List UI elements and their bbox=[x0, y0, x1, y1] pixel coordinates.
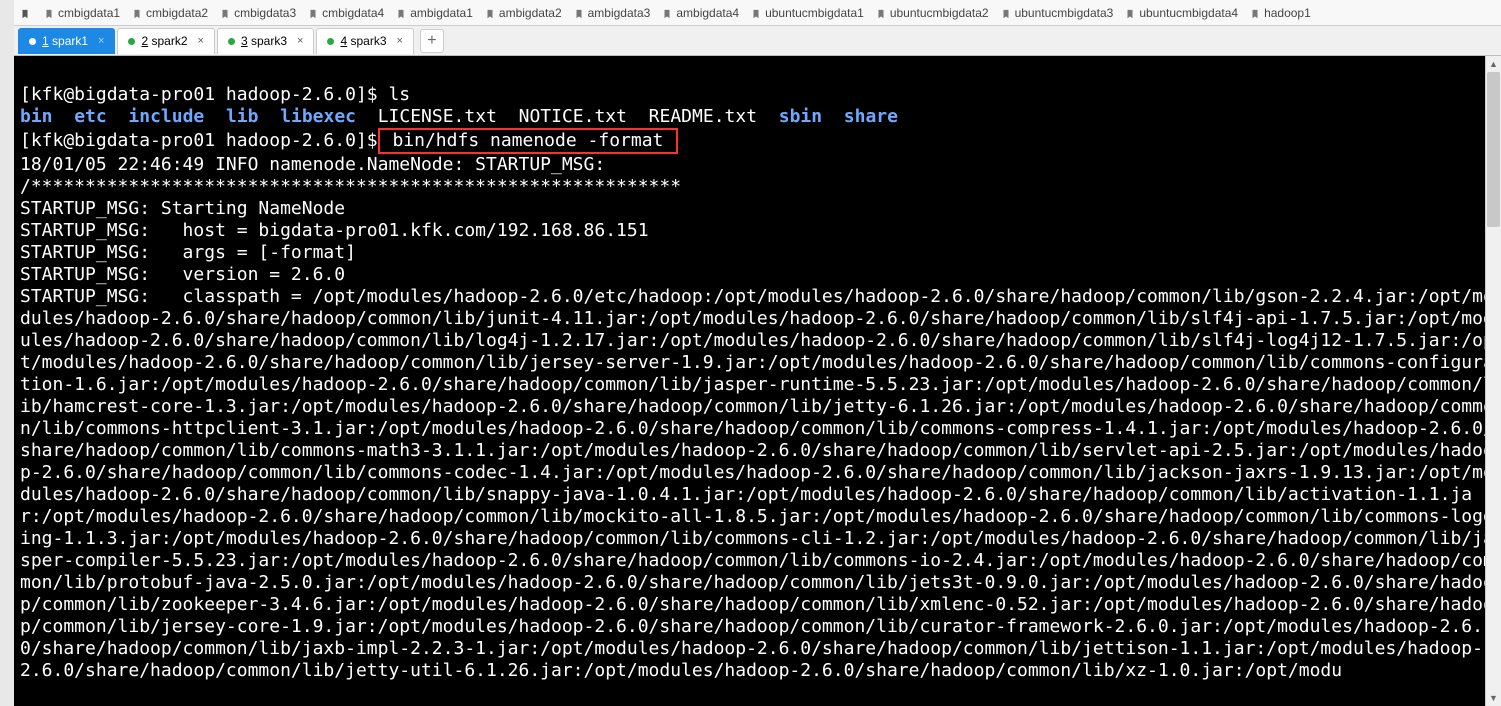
log-line: /***************************************… bbox=[20, 176, 681, 197]
bookmark-label: cmbigdata2 bbox=[146, 6, 208, 20]
status-dot-icon bbox=[327, 38, 334, 45]
ls-entry: sbin bbox=[779, 106, 822, 127]
terminal-pane[interactable]: [kfk@bigdata-pro01 hadoop-2.6.0]$ ls bin… bbox=[14, 56, 1501, 706]
session-tab-label: 4 spark3 bbox=[340, 34, 386, 48]
ls-entry: README.txt bbox=[649, 106, 757, 127]
bookmark-icon bbox=[44, 8, 54, 18]
session-tab[interactable]: 4 spark3 × bbox=[316, 28, 413, 54]
bookmark-tab[interactable]: hadoop1 bbox=[1244, 4, 1317, 22]
bookmark-tab[interactable]: cmbigdata4 bbox=[302, 4, 390, 22]
session-tab[interactable]: 2 spark2 × bbox=[117, 28, 214, 54]
bookmark-icon bbox=[662, 8, 672, 18]
left-gutter bbox=[0, 0, 14, 706]
bookmark-icon bbox=[1001, 8, 1011, 18]
session-tab-label: 3 spark3 bbox=[241, 34, 287, 48]
session-tab-bar: 1 spark1 × 2 spark2 × 3 spark3 × 4 spark3 × + bbox=[14, 26, 1501, 56]
classpath-log: STARTUP_MSG: classpath = /opt/modules/ha… bbox=[20, 286, 1494, 681]
command-text: ls bbox=[388, 84, 410, 105]
bookmark-label: ubuntucmbigdata1 bbox=[765, 6, 864, 20]
scrollbar-thumb[interactable] bbox=[1487, 72, 1500, 227]
bookmark-label: ubuntucmbigdata4 bbox=[1139, 6, 1238, 20]
scroll-down-arrow[interactable]: ▼ bbox=[1486, 690, 1501, 706]
bookmark-tab[interactable]: ubuntucmbigdata1 bbox=[745, 4, 870, 22]
bookmark-icon bbox=[1125, 8, 1135, 18]
log-line: 18/01/05 22:46:49 INFO namenode.NameNode… bbox=[20, 154, 605, 175]
bookmark-label: ubuntucmbigdata3 bbox=[1015, 6, 1114, 20]
ls-entry: share bbox=[844, 106, 898, 127]
bookmark-label: cmbigdata1 bbox=[58, 6, 120, 20]
bookmark-tab[interactable]: ubuntucmbigdata3 bbox=[995, 4, 1120, 22]
vertical-scrollbar[interactable]: ▲ ▼ bbox=[1485, 56, 1501, 706]
highlighted-command: bin/hdfs namenode -format bbox=[378, 128, 679, 154]
log-line: STARTUP_MSG: args = [-format] bbox=[20, 242, 356, 263]
spacer bbox=[497, 106, 519, 127]
ls-entry: bin bbox=[20, 106, 53, 127]
bookmark-add-icon[interactable] bbox=[20, 8, 30, 18]
bookmark-icon bbox=[876, 8, 886, 18]
spacer bbox=[627, 106, 649, 127]
bookmark-icon bbox=[396, 8, 406, 18]
bookmark-tab[interactable]: ambigdata1 bbox=[390, 4, 479, 22]
bookmark-tab[interactable]: ambigdata3 bbox=[568, 4, 657, 22]
spacer bbox=[757, 106, 779, 127]
close-tab-icon[interactable]: × bbox=[397, 35, 403, 47]
close-tab-icon[interactable]: × bbox=[98, 35, 104, 47]
bookmark-tab[interactable]: cmbigdata1 bbox=[38, 4, 126, 22]
close-tab-icon[interactable]: × bbox=[198, 35, 204, 47]
status-dot-icon bbox=[29, 38, 36, 45]
bookmark-label: ubuntucmbigdata2 bbox=[890, 6, 989, 20]
scroll-up-arrow[interactable]: ▲ bbox=[1486, 56, 1501, 72]
close-tab-icon[interactable]: × bbox=[297, 35, 303, 47]
shell-prompt: [kfk@bigdata-pro01 hadoop-2.6.0]$ bbox=[20, 84, 388, 105]
bookmark-tab[interactable]: ubuntucmbigdata4 bbox=[1119, 4, 1244, 22]
bookmark-tab[interactable]: ubuntucmbigdata2 bbox=[870, 4, 995, 22]
bookmark-icon bbox=[1250, 8, 1260, 18]
status-dot-icon bbox=[228, 38, 235, 45]
bookmark-label: ambigdata4 bbox=[676, 6, 739, 20]
bookmark-label: cmbigdata4 bbox=[322, 6, 384, 20]
bookmark-tab[interactable]: ambigdata2 bbox=[479, 4, 568, 22]
spacer bbox=[204, 106, 226, 127]
shell-prompt: [kfk@bigdata-pro01 hadoop-2.6.0]$ bbox=[20, 130, 378, 151]
ls-entry: NOTICE.txt bbox=[519, 106, 627, 127]
bookmark-icon bbox=[220, 8, 230, 18]
bookmark-icon bbox=[485, 8, 495, 18]
bookmark-tab[interactable]: ambigdata4 bbox=[656, 4, 745, 22]
log-line: STARTUP_MSG: host = bigdata-pro01.kfk.co… bbox=[20, 220, 649, 241]
spacer bbox=[356, 106, 378, 127]
ls-entry: libexec bbox=[280, 106, 356, 127]
bookmark-bar: cmbigdata1 cmbigdata2 cmbigdata3 cmbigdata4… bbox=[14, 0, 1501, 26]
spacer bbox=[258, 106, 280, 127]
spacer bbox=[822, 106, 844, 127]
ls-entry: include bbox=[128, 106, 204, 127]
status-dot-icon bbox=[128, 38, 135, 45]
bookmark-label: ambigdata1 bbox=[410, 6, 473, 20]
bookmark-tab[interactable]: cmbigdata2 bbox=[126, 4, 214, 22]
log-line: STARTUP_MSG: version = 2.6.0 bbox=[20, 264, 345, 285]
ls-entry: etc bbox=[74, 106, 107, 127]
session-tab-label: 1 spark1 bbox=[42, 34, 88, 48]
ls-entry: lib bbox=[226, 106, 259, 127]
bookmark-label: ambigdata2 bbox=[499, 6, 562, 20]
bookmark-tab[interactable]: cmbigdata3 bbox=[214, 4, 302, 22]
session-tab[interactable]: 1 spark1 × bbox=[18, 28, 115, 54]
session-tab[interactable]: 3 spark3 × bbox=[217, 28, 314, 54]
bookmark-label: ambigdata3 bbox=[588, 6, 651, 20]
bookmark-label: hadoop1 bbox=[1264, 6, 1311, 20]
bookmark-icon bbox=[308, 8, 318, 18]
bookmark-label: cmbigdata3 bbox=[234, 6, 296, 20]
session-tab-label: 2 spark2 bbox=[141, 34, 187, 48]
bookmark-icon bbox=[574, 8, 584, 18]
add-session-tab-button[interactable]: + bbox=[420, 29, 444, 53]
bookmark-icon bbox=[132, 8, 142, 18]
ls-entry: LICENSE.txt bbox=[378, 106, 497, 127]
spacer bbox=[53, 106, 75, 127]
ls-output: bin etc include lib libexec LICENSE.txt … bbox=[20, 106, 898, 127]
spacer bbox=[107, 106, 129, 127]
log-line: STARTUP_MSG: Starting NameNode bbox=[20, 198, 345, 219]
bookmark-icon bbox=[751, 8, 761, 18]
